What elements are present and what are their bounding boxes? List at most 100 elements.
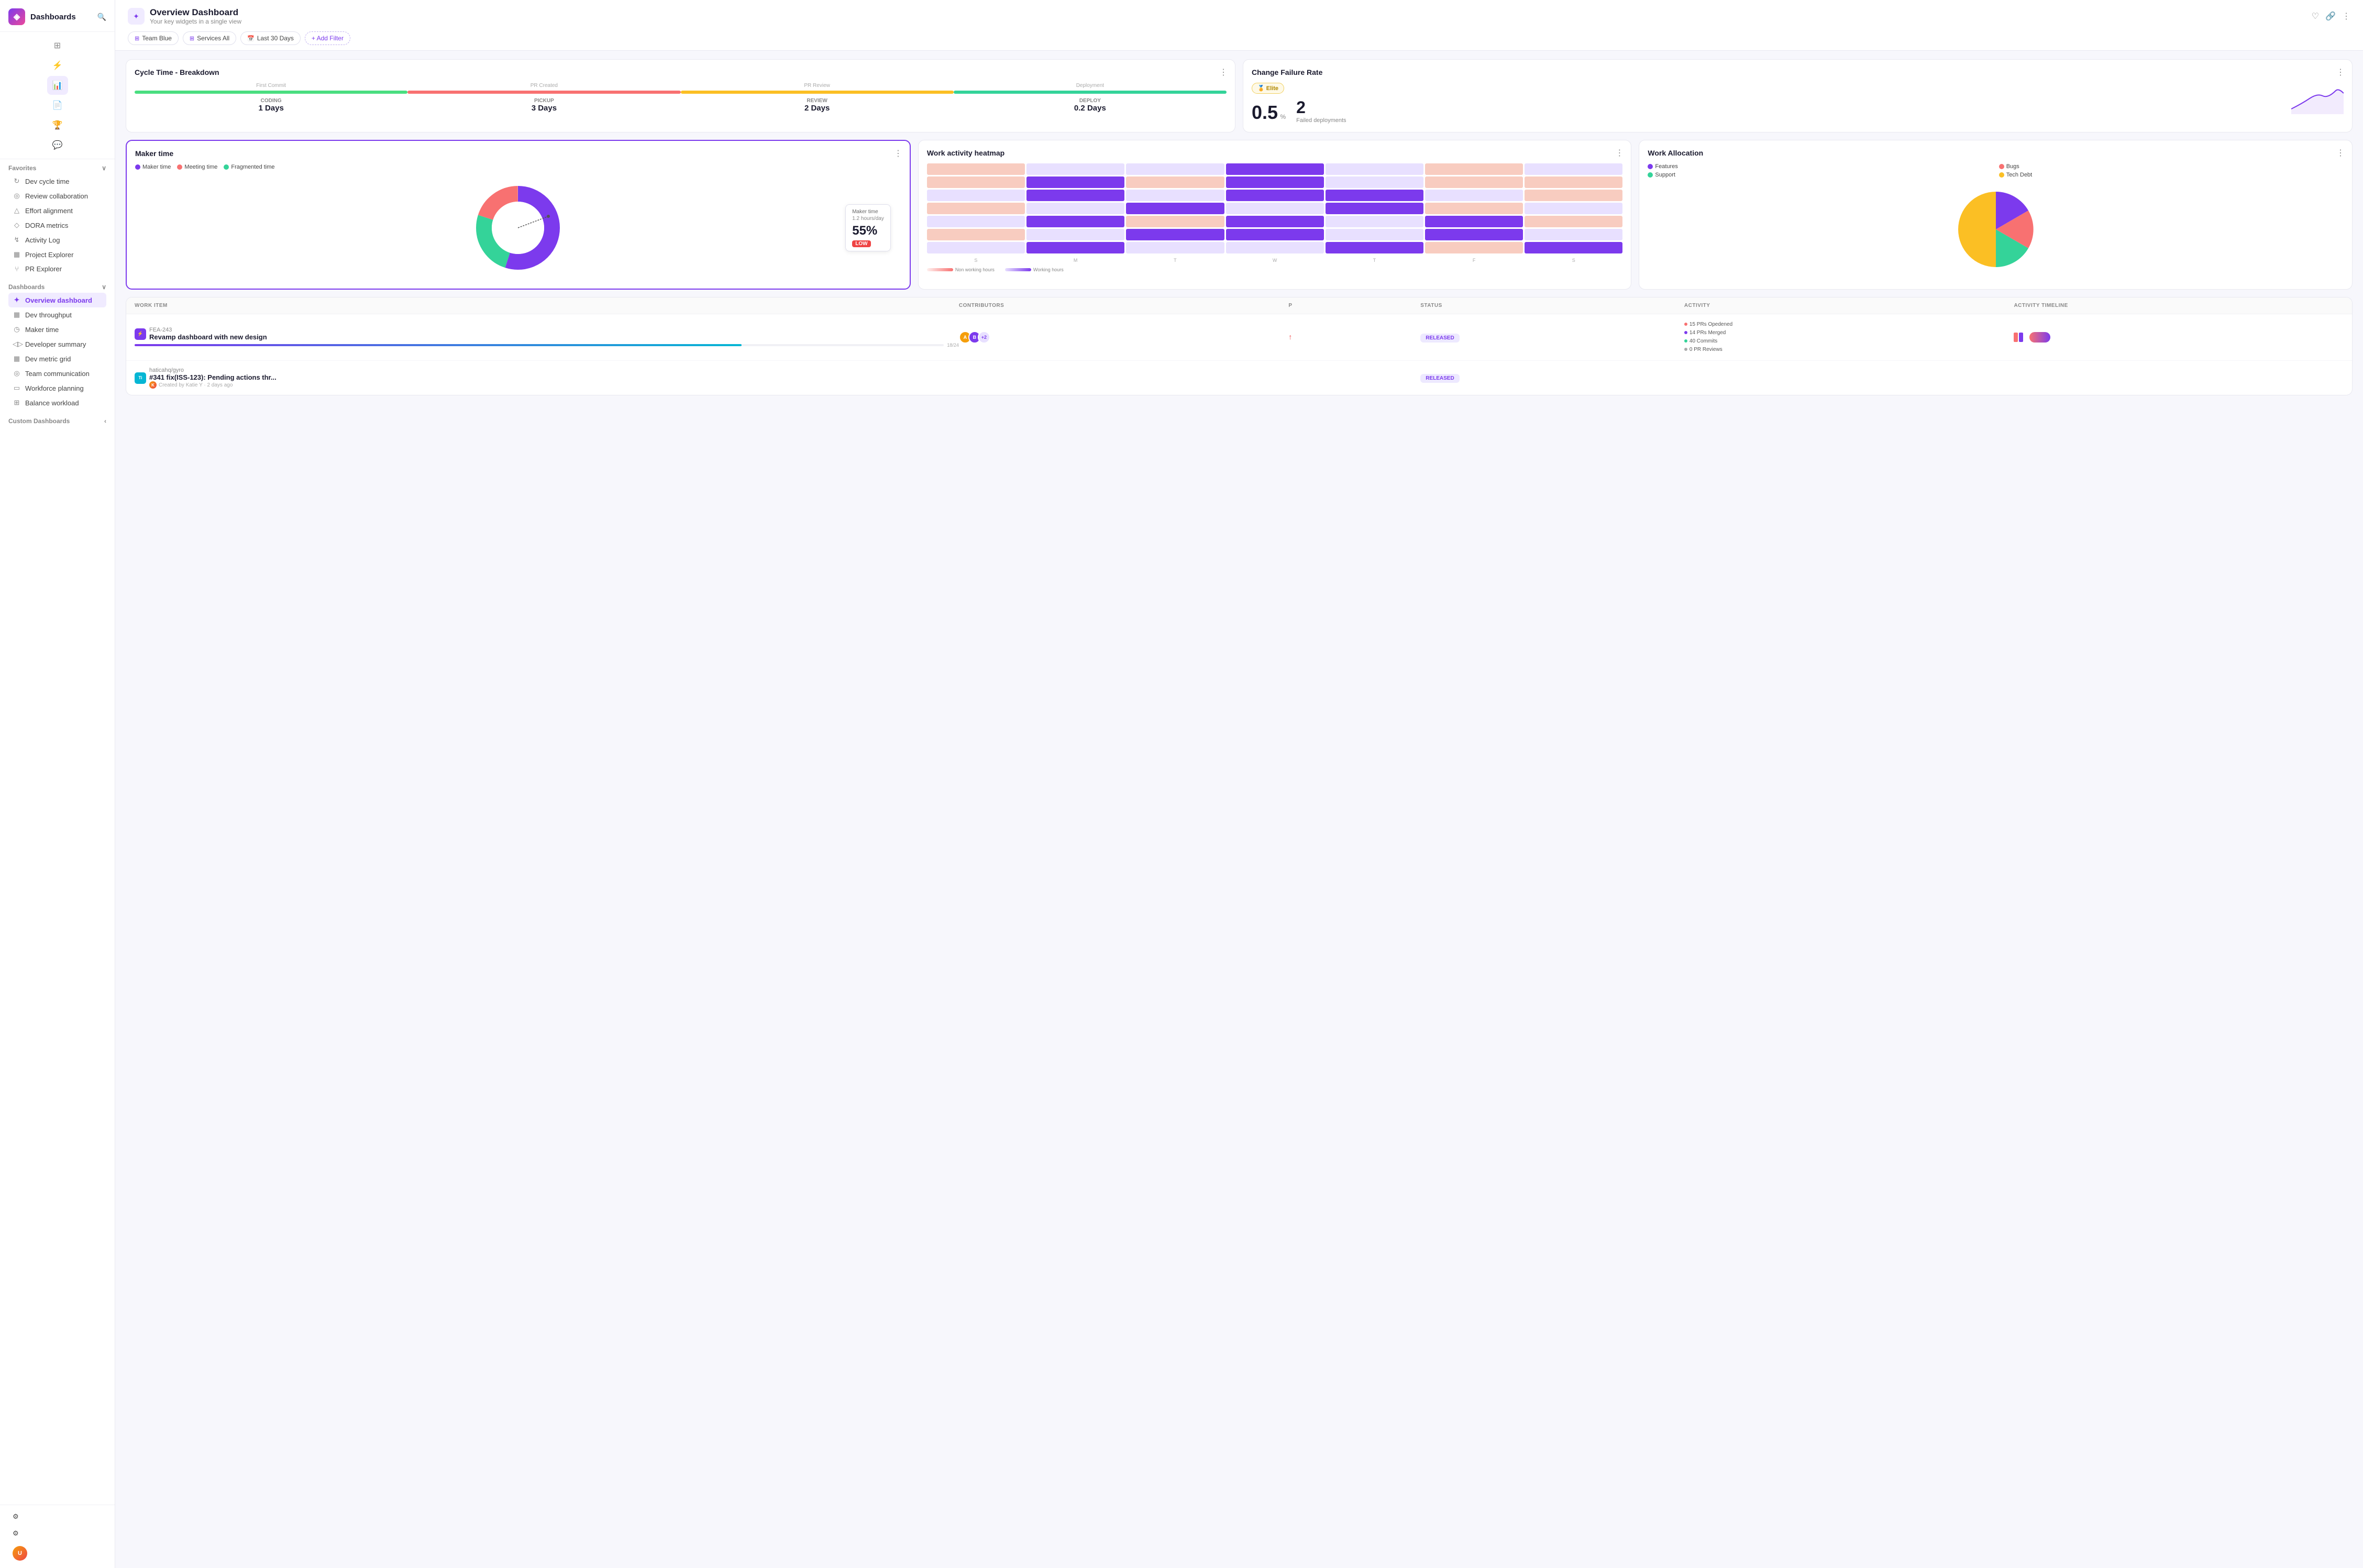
sidebar-icon: ◎ — [13, 369, 21, 378]
nav-icon-doc[interactable]: 📄 — [47, 96, 68, 115]
sidebar-item-project-explorer[interactable]: ▦Project Explorer — [8, 247, 106, 262]
legend-item-meeting-time: Meeting time — [177, 164, 217, 170]
heatmap-cell — [1126, 163, 1224, 175]
sidebar-item-review-collaboration[interactable]: ◎Review collaboration — [8, 189, 106, 203]
sidebar-item-label: Project Explorer — [25, 251, 73, 259]
sidebar-item-effort-alignment[interactable]: △Effort alignment — [8, 203, 106, 218]
nav-icon-trophy[interactable]: 🏆 — [47, 116, 68, 135]
dashboard-content: Cycle Time - Breakdown ⋮ First Commit CO… — [115, 51, 2363, 1568]
cfr-menu-button[interactable]: ⋮ — [2336, 67, 2345, 78]
heatmap-cell — [1226, 176, 1324, 188]
timeline-bars — [2014, 333, 2023, 342]
legend-item-maker-time: Maker time — [135, 164, 171, 170]
sidebar-item-dev-metric-grid[interactable]: ▦Dev metric grid — [8, 351, 106, 366]
progress-fill — [135, 344, 742, 346]
status-cell: RELEASED — [1420, 373, 1684, 383]
table-row: ⚡ FEA-243 Revamp dashboard with new desi… — [126, 314, 2352, 361]
heatmap-title: Work activity heatmap — [927, 149, 1623, 157]
cfr-title: Change Failure Rate — [1252, 68, 2344, 76]
header-actions: ♡ 🔗 ⋮ — [2312, 11, 2350, 21]
non-working-legend: Non working hours — [927, 267, 995, 272]
stage-value: 1 Days — [135, 104, 407, 113]
sidebar-item-overview-dashboard[interactable]: ✦Overview dashboard — [8, 293, 106, 307]
tooltip-sub: 1.2 hours/day — [852, 216, 884, 222]
sidebar-icon: ◎ — [13, 192, 21, 200]
sidebar-icon: ↻ — [13, 177, 21, 185]
cfr-metrics: 0.5 % 2 Failed deployments — [1252, 98, 2283, 124]
search-button[interactable]: 🔍 — [97, 13, 106, 21]
legend-dot — [177, 164, 182, 170]
stage-bar — [681, 91, 954, 94]
heatmap-cell — [1525, 190, 1622, 201]
sidebar-item-pr-explorer[interactable]: ⑂PR Explorer — [8, 262, 106, 276]
settings-item[interactable]: ⚙ — [8, 1509, 106, 1524]
filter-row: ⊞ Team Blue ⊞ Services All 📅 Last 30 Day… — [128, 31, 2350, 45]
top-widgets-row: Cycle Time - Breakdown ⋮ First Commit CO… — [126, 59, 2353, 132]
services-filter-chip[interactable]: ⊞ Services All — [183, 31, 236, 45]
nav-icon-chat[interactable]: 💬 — [47, 136, 68, 154]
elite-badge: 🏅 Elite — [1252, 83, 1284, 94]
sidebar-item-developer-summary[interactable]: ◁▷Developer summary — [8, 337, 106, 351]
status-cell: RELEASED — [1420, 333, 1684, 343]
item-title[interactable]: Revamp dashboard with new design — [149, 333, 267, 341]
heatmap-cell — [1326, 176, 1423, 188]
heatmap-cell — [1425, 190, 1523, 201]
creator-avatar: K — [149, 381, 157, 389]
progress-label: 18/24 — [947, 343, 959, 348]
stage-metric: REVIEW — [681, 98, 954, 104]
heatmap-cell — [927, 229, 1025, 240]
work-item-cell: ⚡ FEA-243 Revamp dashboard with new desi… — [135, 327, 959, 348]
chevron-down-icon: ∨ — [102, 283, 106, 291]
sidebar-item-maker-time[interactable]: ◷Maker time — [8, 322, 106, 337]
cycle-time-menu-button[interactable]: ⋮ — [1219, 67, 1228, 78]
sidebar-item-balance-workload[interactable]: ⊞Balance workload — [8, 395, 106, 410]
activity-line: 14 PRs Merged — [1684, 329, 2014, 337]
date-filter-chip[interactable]: 📅 Last 30 Days — [240, 31, 301, 45]
sidebar-icon: ◷ — [13, 325, 21, 334]
team-filter-chip[interactable]: ⊞ Team Blue — [128, 31, 179, 45]
item-title[interactable]: #341 fix(ISS-123): Pending actions thr..… — [149, 373, 277, 381]
sidebar: ◈ Dashboards 🔍 ⊞ ⚡ 📊 📄 🏆 💬 Favorites ∨ ↻… — [0, 0, 115, 1568]
priority-cell: ↑ — [1288, 333, 1420, 342]
activity-dot — [1684, 331, 1687, 334]
heatmap-menu-button[interactable]: ⋮ — [1615, 148, 1624, 158]
sidebar-item-team-communication[interactable]: ◎Team communication — [8, 366, 106, 381]
work-allocation-menu-button[interactable]: ⋮ — [2336, 148, 2345, 158]
stage-metric: DEPLOY — [954, 98, 1227, 104]
sidebar-icon: ↯ — [13, 236, 21, 244]
cfr-chart — [2291, 83, 2344, 114]
link-button[interactable]: 🔗 — [2325, 11, 2336, 21]
sidebar-item-dev-throughput[interactable]: ▦Dev throughput — [8, 307, 106, 322]
settings2-item[interactable]: ⚙ — [8, 1526, 106, 1541]
sidebar-item-dev-cycle-time[interactable]: ↻Dev cycle time — [8, 174, 106, 189]
nav-icon-grid[interactable]: ⊞ — [47, 36, 68, 55]
favorites-header[interactable]: Favorites ∨ — [8, 164, 106, 172]
sidebar-icon: ▭ — [13, 384, 21, 392]
sidebar-item-dora-metrics[interactable]: ◇DORA metrics — [8, 218, 106, 233]
stage-value: 0.2 Days — [954, 104, 1227, 113]
heatmap-cell — [1326, 190, 1423, 201]
nav-icon-bolt[interactable]: ⚡ — [47, 56, 68, 75]
heatmap-cell — [1326, 216, 1423, 227]
maker-time-menu-button[interactable]: ⋮ — [894, 148, 902, 159]
add-filter-button[interactable]: + Add Filter — [305, 31, 350, 45]
heatmap-cell — [1425, 229, 1523, 240]
heart-button[interactable]: ♡ — [2312, 11, 2319, 21]
sidebar-item-workforce-planning[interactable]: ▭Workforce planning — [8, 381, 106, 395]
legend-label: Meeting time — [184, 164, 217, 170]
activity-line: 15 PRs Opedened — [1684, 321, 2014, 329]
more-menu-button[interactable]: ⋮ — [2342, 11, 2350, 21]
stage-label: PR Created — [407, 83, 680, 89]
maker-time-title: Maker time — [135, 149, 901, 158]
custom-dashboards-header[interactable]: Custom Dashboards ‹ — [8, 417, 106, 425]
heatmap-legend: Non working hours Working hours — [927, 267, 1623, 272]
nav-icon-chart[interactable]: 📊 — [47, 76, 68, 95]
stage-label: First Commit — [135, 83, 407, 89]
heatmap-day-label: F — [1425, 258, 1523, 263]
dashboards-header[interactable]: Dashboards ∨ — [8, 283, 106, 291]
cycle-stage-coding: First Commit CODING 1 Days — [135, 83, 407, 113]
user-profile-item[interactable]: U — [8, 1543, 106, 1564]
header-title-block: Overview Dashboard Your key widgets in a… — [150, 7, 241, 25]
sidebar-item-activity-log[interactable]: ↯Activity Log — [8, 233, 106, 247]
services-filter-label: Services All — [197, 35, 229, 42]
